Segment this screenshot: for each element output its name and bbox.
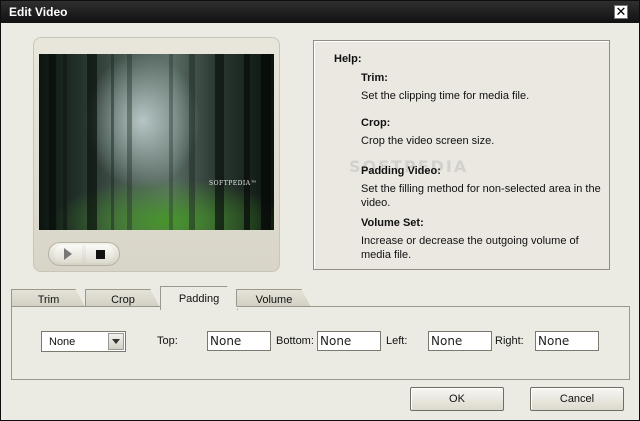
help-item-title: Volume Set: — [361, 217, 424, 229]
bottom-padding-input[interactable]: None — [317, 331, 381, 351]
chevron-down-icon — [112, 339, 120, 344]
video-preview-panel: SOFTPEDIA™ — [33, 37, 280, 272]
padding-mode-select[interactable]: None — [41, 331, 126, 352]
cancel-button[interactable]: Cancel — [530, 387, 624, 411]
help-item-description: Set the clipping time for media file. — [361, 90, 530, 102]
help-item-description: Increase or decrease the outgoing volume… — [361, 235, 579, 261]
tab-label: Volume — [255, 293, 293, 306]
help-item-trim: Trim: Set the clipping time for media fi… — [361, 72, 605, 103]
play-icon — [64, 248, 72, 260]
top-padding-input[interactable]: None — [207, 331, 271, 351]
tab-label: Crop — [111, 293, 135, 306]
help-item-title: Trim: — [361, 72, 388, 84]
tab-label: Trim — [37, 293, 60, 306]
help-item-title: Padding Video: — [361, 165, 441, 177]
help-item-title: Crop: — [361, 117, 391, 129]
close-icon: ✕ — [615, 4, 627, 19]
help-item-description: Crop the video screen size. — [361, 135, 495, 147]
edit-video-window: Edit Video ✕ SOFTPEDIA™ Help: SOFTPEDIA … — [0, 0, 640, 421]
title-bar[interactable]: Edit Video ✕ — [1, 1, 639, 23]
stop-icon — [95, 249, 105, 259]
right-label: Right: — [495, 335, 524, 347]
top-label: Top: — [157, 335, 178, 347]
left-label: Left: — [386, 335, 408, 347]
help-heading: Help: — [334, 53, 362, 65]
padding-panel: None Top: None Bottom: None Left: None R… — [11, 306, 630, 380]
playback-controls — [48, 242, 120, 266]
left-padding-input[interactable]: None — [428, 331, 492, 351]
dialog-body: SOFTPEDIA™ Help: SOFTPEDIA Trim: Set the… — [2, 23, 638, 420]
window-title: Edit Video — [9, 5, 68, 19]
video-preview: SOFTPEDIA™ — [39, 54, 274, 230]
help-item-description: Set the filling method for non-selected … — [361, 183, 601, 209]
help-panel: Help: SOFTPEDIA Trim: Set the clipping t… — [313, 40, 610, 270]
dropdown-button[interactable] — [108, 333, 124, 350]
help-item-volume: Volume Set: Increase or decrease the out… — [361, 217, 605, 262]
ok-button[interactable]: OK — [410, 387, 504, 411]
help-item-crop: Crop: Crop the video screen size. — [361, 117, 605, 148]
tab-padding[interactable]: Padding — [160, 286, 238, 310]
play-button[interactable] — [54, 245, 82, 263]
right-padding-input[interactable]: None — [535, 331, 599, 351]
padding-mode-value: None — [49, 336, 76, 348]
tab-strip: Trim Crop Padding Volume — [11, 286, 631, 310]
bottom-label: Bottom: — [276, 335, 314, 347]
video-watermark: SOFTPEDIA™ — [209, 180, 258, 187]
help-item-padding: Padding Video: Set the filling method fo… — [361, 165, 605, 210]
stop-button[interactable] — [86, 245, 114, 263]
tab-label: Padding — [178, 292, 220, 305]
close-button[interactable]: ✕ — [614, 5, 628, 19]
